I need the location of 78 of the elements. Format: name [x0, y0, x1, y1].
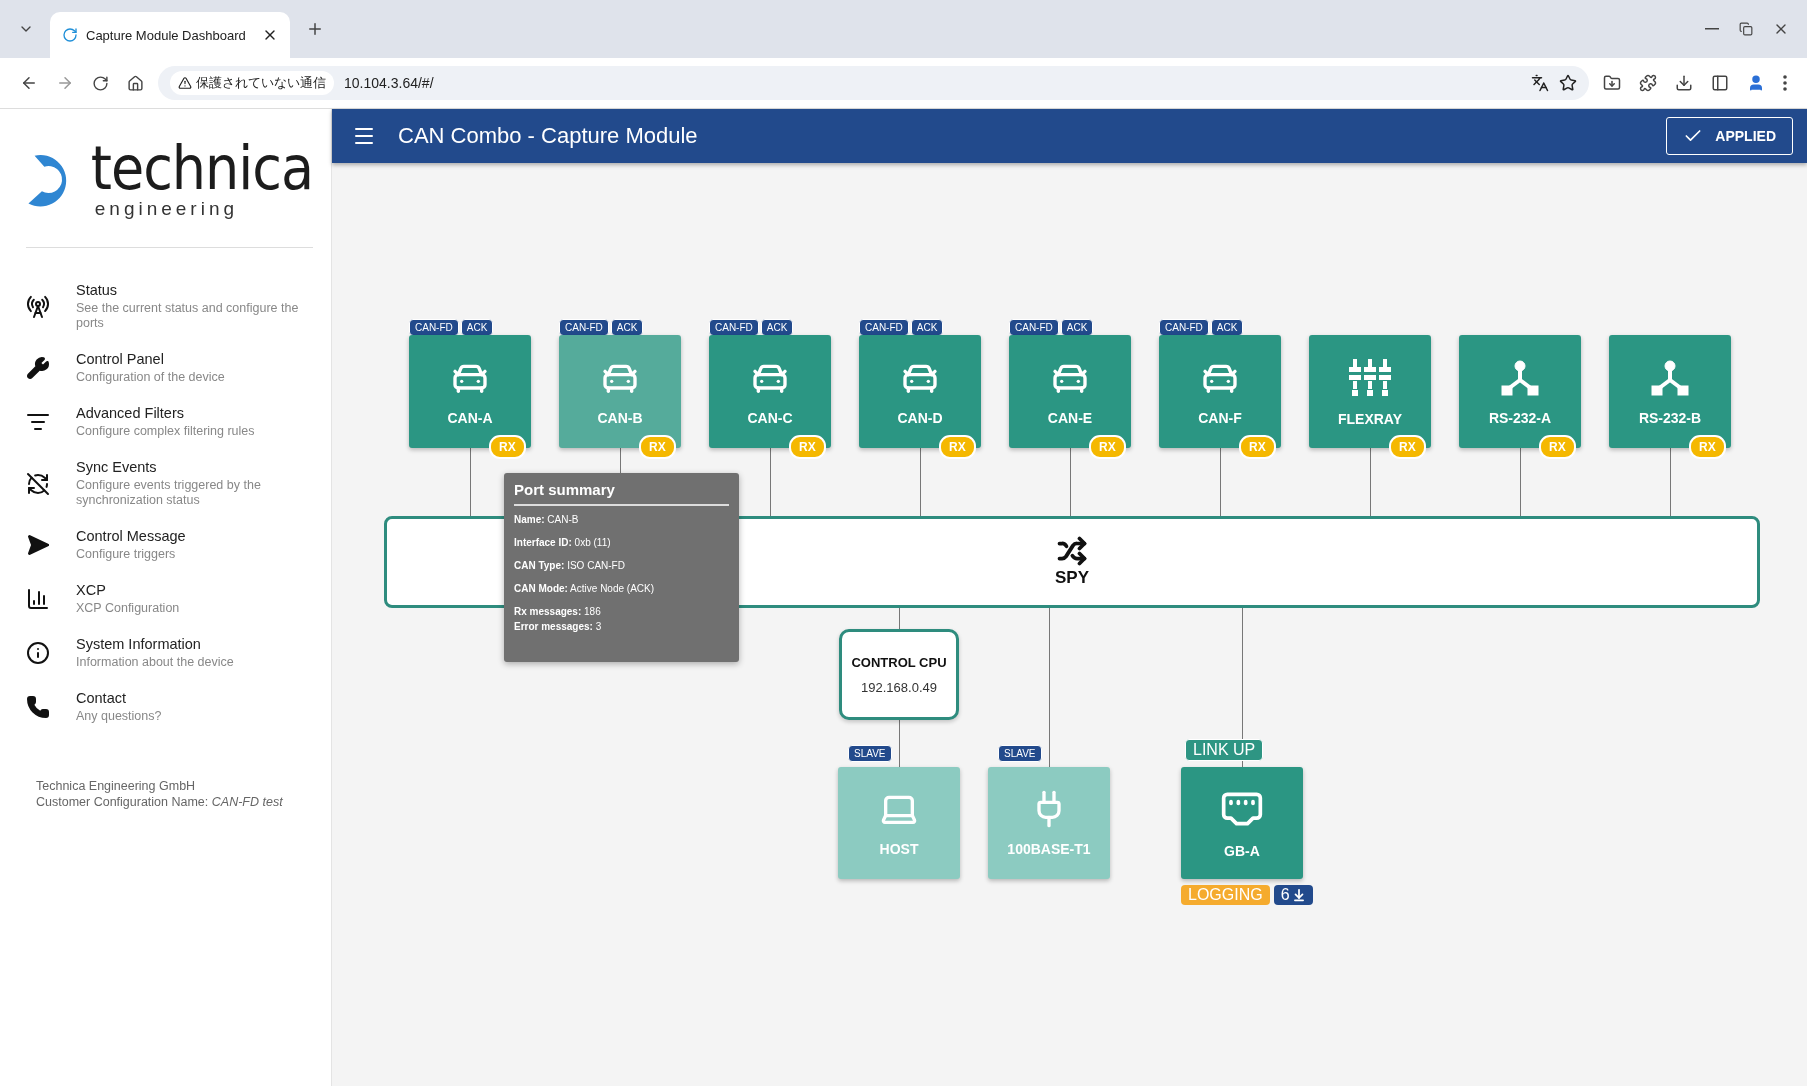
nav-item-title[interactable]: Sync Events — [76, 459, 302, 475]
nav-item-title[interactable]: Control Message — [76, 528, 302, 544]
side-panel-icon — [1711, 74, 1729, 92]
nav-item-title[interactable]: Control Panel — [76, 351, 302, 367]
shuffle-icon — [1057, 536, 1087, 566]
address-bar[interactable]: 保護されていない通信 10.104.3.64/#/ — [158, 66, 1589, 100]
rx-badge: RX — [1239, 435, 1276, 459]
rx-badge: RX — [639, 435, 676, 459]
control-cpu-node: CONTROL CPU 192.168.0.49 — [839, 629, 959, 720]
nav-item-title[interactable]: Status — [76, 282, 302, 298]
tooltip-title: Port summary — [514, 481, 729, 506]
rx-badge: RX — [789, 435, 826, 459]
network-icon — [1650, 357, 1690, 398]
footer-text: Customer Configuration Name: CAN-FD test — [36, 794, 284, 810]
folder-download-icon — [1603, 74, 1621, 92]
rx-badge: RX — [1689, 435, 1726, 459]
rx-badge: RX — [1539, 435, 1576, 459]
tooltip-line: Rx messages: 186 — [514, 606, 602, 617]
page-title: CAN Combo - Capture Module — [398, 123, 699, 149]
plus-icon — [306, 20, 324, 38]
download-icon — [1291, 888, 1306, 902]
rx-badge: RX — [489, 435, 526, 459]
tooltip-line: Interface ID: 0xb (11) — [514, 537, 612, 548]
applied-button[interactable]: APPLIED — [1666, 117, 1793, 155]
wrench-icon — [26, 356, 50, 380]
nav-item-description: XCP Configuration — [76, 601, 181, 616]
nav-item-title[interactable]: Advanced Filters — [76, 405, 302, 421]
loading-icon — [62, 27, 78, 43]
phone-icon — [26, 695, 50, 719]
warning-icon — [178, 76, 192, 90]
rx-badge: RX — [1389, 435, 1426, 459]
rx-badge: RX — [1089, 435, 1126, 459]
nav-item-description: Configure complex filtering rules — [76, 424, 256, 439]
antenna-icon — [26, 294, 50, 319]
tab-title: Capture Module Dashboard — [86, 27, 247, 43]
url-text: 10.104.3.64/#/ — [344, 75, 435, 91]
send-icon — [26, 533, 50, 557]
tooltip-line: CAN Type: ISO CAN-FD — [514, 560, 626, 571]
footer-text: Technica Engineering GmbH — [36, 778, 197, 794]
more-icon — [1783, 75, 1787, 91]
logging-badge: LOGGING — [1181, 885, 1270, 905]
nav-item-title[interactable]: XCP — [76, 582, 302, 598]
interface-card[interactable]: GB-A — [1181, 767, 1303, 879]
nav-item-description: Configuration of the device — [76, 370, 226, 385]
tooltip-line: Name: CAN-B — [514, 514, 580, 525]
download-icon — [1675, 74, 1693, 92]
home-icon — [127, 74, 144, 92]
browser-tab[interactable]: Capture Module Dashboard — [50, 12, 290, 58]
puzzle-icon — [1639, 74, 1657, 92]
nav-item-description: Any questions? — [76, 709, 163, 724]
rx-badge: RX — [939, 435, 976, 459]
arrow-right-icon — [56, 74, 74, 92]
nav-item-title[interactable]: Contact — [76, 690, 302, 706]
sync-off-icon — [26, 471, 50, 496]
nav-item-description: Configure events triggered by the synchronization status — [76, 478, 262, 508]
nav-item-description: Information about the device — [76, 655, 235, 670]
translate-icon[interactable] — [1531, 74, 1549, 92]
slave-tag: SLAVE — [998, 745, 1042, 762]
minimize-icon — [1705, 28, 1719, 30]
slave-tag: SLAVE — [848, 745, 892, 762]
security-chip[interactable]: 保護されていない通信 — [170, 71, 334, 95]
nav-item-description: See the current status and configure the ports — [76, 301, 300, 331]
logo-tagline: engineering — [94, 198, 240, 220]
restore-icon — [1739, 22, 1753, 36]
link-status: LINK UP — [1185, 739, 1264, 761]
info-icon — [26, 641, 50, 665]
download-count-badge: 6 — [1273, 885, 1313, 905]
logo-name: technica — [90, 138, 313, 198]
user-icon — [1747, 74, 1765, 92]
reload-icon — [92, 74, 109, 92]
connector-icon — [1349, 356, 1391, 399]
tooltip-line: Error messages: 3 — [514, 621, 603, 632]
bookmark-icon[interactable] — [1559, 74, 1577, 92]
bar-chart-icon — [26, 587, 50, 611]
nav-item-description: Configure triggers — [76, 547, 177, 562]
tooltip-line: CAN Mode: Active Node (ACK) — [514, 583, 656, 594]
network-icon — [1500, 357, 1540, 398]
nav-item-title[interactable]: System Information — [76, 636, 302, 652]
